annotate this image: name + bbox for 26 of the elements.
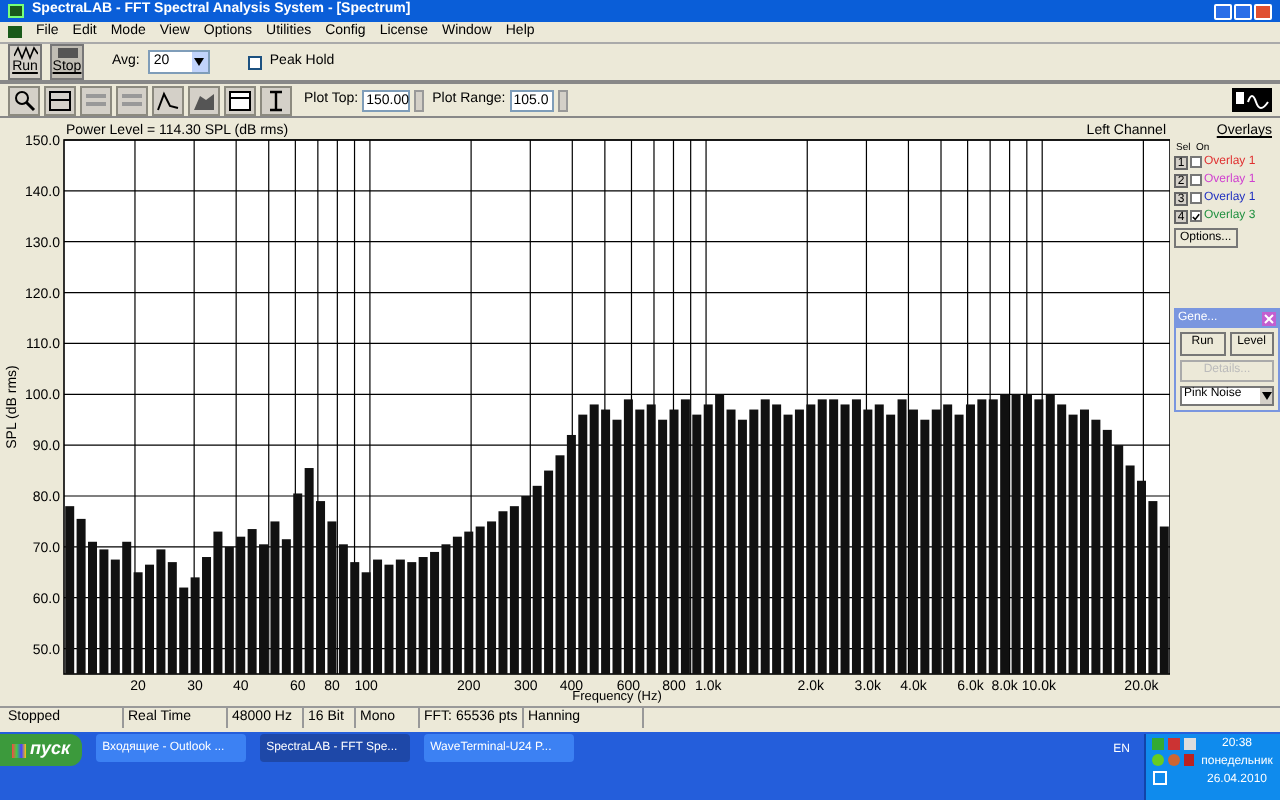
area-graph-icon[interactable]	[188, 85, 220, 115]
wave-icon	[13, 46, 37, 60]
document-icon	[8, 26, 22, 38]
tray-icons-drawing	[1150, 734, 1198, 786]
overlay-checkbox[interactable]	[1190, 156, 1202, 168]
line-graph-icon[interactable]	[152, 85, 184, 115]
peak-hold-checkbox[interactable]	[247, 55, 262, 69]
app-icon	[8, 4, 24, 18]
caret-icon	[194, 58, 205, 66]
caret-icon	[1261, 391, 1271, 399]
close-button[interactable]	[1262, 311, 1276, 325]
overlay-checkbox[interactable]	[1190, 174, 1202, 186]
start-button[interactable]: пуск	[0, 734, 83, 766]
stop-icon	[55, 46, 79, 60]
maximize-button[interactable]	[1234, 3, 1252, 19]
overlay-checkbox[interactable]	[1190, 210, 1202, 222]
zoom-icon[interactable]	[8, 85, 40, 115]
checkmark-icon	[1192, 211, 1200, 221]
grid-icon[interactable]	[44, 85, 76, 115]
cursor-icon[interactable]	[260, 85, 292, 115]
minimize-button[interactable]	[1214, 3, 1232, 19]
table-icon[interactable]	[224, 85, 256, 115]
windows-logo-icon	[12, 743, 26, 757]
overlay-checkbox[interactable]	[1190, 192, 1202, 204]
signal-generator-icon[interactable]	[1232, 88, 1272, 112]
close-button[interactable]	[1254, 3, 1272, 19]
